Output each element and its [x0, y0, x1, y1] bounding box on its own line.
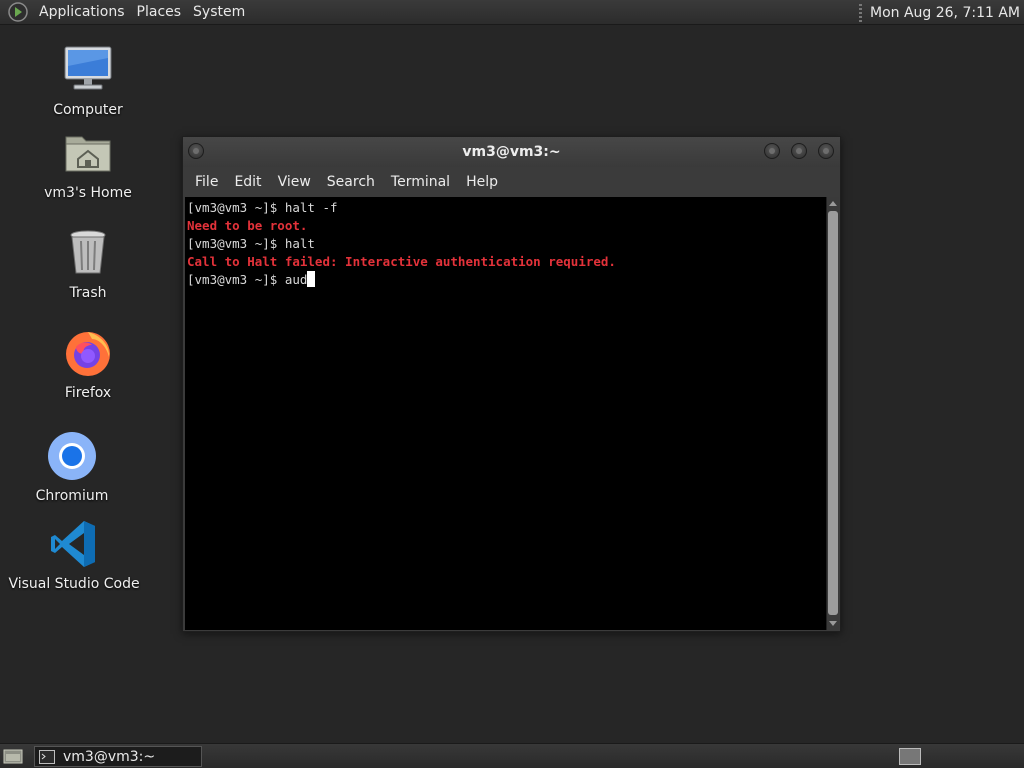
taskbar-terminal-label: vm3@vm3:~ [63, 748, 156, 765]
terminal-window[interactable]: vm3@vm3:~ File Edit View Search Terminal… [182, 136, 841, 632]
menu-search[interactable]: Search [319, 167, 383, 197]
scroll-up-arrow-icon[interactable] [829, 201, 837, 206]
terminal-error-line: Call to Halt failed: Interactive authent… [187, 254, 616, 269]
terminal-prompt-line[interactable]: [vm3@vm3 ~]$ aud [187, 271, 825, 289]
system-menu[interactable]: System [187, 0, 251, 25]
desktop-icon-vscode[interactable]: Visual Studio Code [8, 518, 140, 592]
scroll-down-arrow-icon[interactable] [829, 621, 837, 626]
clock[interactable]: Mon Aug 26, 7:11 AM [870, 5, 1020, 21]
terminal-line: [vm3@vm3 ~]$ halt -f [187, 200, 338, 215]
desktop-icon-label: Visual Studio Code [8, 576, 140, 592]
desktop-icon-label: Computer [53, 102, 123, 118]
terminal-icon [39, 749, 55, 764]
top-panel: Applications Places System Mon Aug 26, 7… [0, 0, 1024, 25]
desktop-icon-trash[interactable]: Trash [28, 227, 148, 301]
firefox-icon [66, 332, 110, 376]
desktop-icon-firefox[interactable]: Firefox [28, 327, 148, 401]
scrollbar-thumb[interactable] [828, 211, 838, 615]
maximize-button[interactable] [791, 143, 807, 159]
minimize-button[interactable] [764, 143, 780, 159]
terminal-scrollbar[interactable] [826, 197, 839, 630]
terminal-output[interactable]: [vm3@vm3 ~]$ halt -f Need to be root. [v… [185, 197, 827, 630]
terminal-error-line: Need to be root. [187, 218, 308, 233]
desktop-icon-label: vm3's Home [44, 185, 132, 201]
applications-menu[interactable]: Applications [33, 0, 131, 25]
home-folder-icon [65, 136, 111, 172]
menu-terminal[interactable]: Terminal [383, 167, 458, 197]
window-title: vm3@vm3:~ [462, 144, 561, 160]
menu-file[interactable]: File [187, 167, 226, 197]
menu-edit[interactable]: Edit [226, 167, 269, 197]
panel-handle[interactable] [858, 3, 862, 22]
desktop-icon-home[interactable]: vm3's Home [28, 127, 148, 201]
menu-view[interactable]: View [270, 167, 319, 197]
chromium-icon [48, 432, 96, 480]
text-cursor [307, 271, 316, 287]
terminal-input-text[interactable]: [vm3@vm3 ~]$ aud [187, 272, 307, 287]
computer-icon [64, 46, 112, 90]
desktop-icon-computer[interactable]: Computer [28, 44, 148, 118]
taskbar-terminal-button[interactable]: vm3@vm3:~ [34, 746, 202, 767]
terminal-line: [vm3@vm3 ~]$ halt [187, 236, 315, 251]
menu-help[interactable]: Help [458, 167, 506, 197]
desktop-icon-label: Firefox [64, 385, 112, 401]
workspace-switcher[interactable] [899, 748, 921, 765]
terminal-menubar: File Edit View Search Terminal Help [183, 167, 840, 197]
show-desktop-icon[interactable] [3, 748, 23, 765]
desktop-icon-label: Trash [69, 285, 107, 301]
bottom-panel: vm3@vm3:~ [0, 743, 1024, 768]
menu-launcher-icon[interactable] [7, 1, 29, 23]
desktop-icon-chromium[interactable]: Chromium [12, 430, 132, 504]
close-button[interactable] [818, 143, 834, 159]
window-titlebar[interactable]: vm3@vm3:~ [183, 137, 840, 167]
vscode-icon [51, 521, 95, 567]
trash-icon [70, 230, 106, 274]
places-menu[interactable]: Places [131, 0, 188, 25]
desktop-icon-label: Chromium [35, 488, 109, 504]
